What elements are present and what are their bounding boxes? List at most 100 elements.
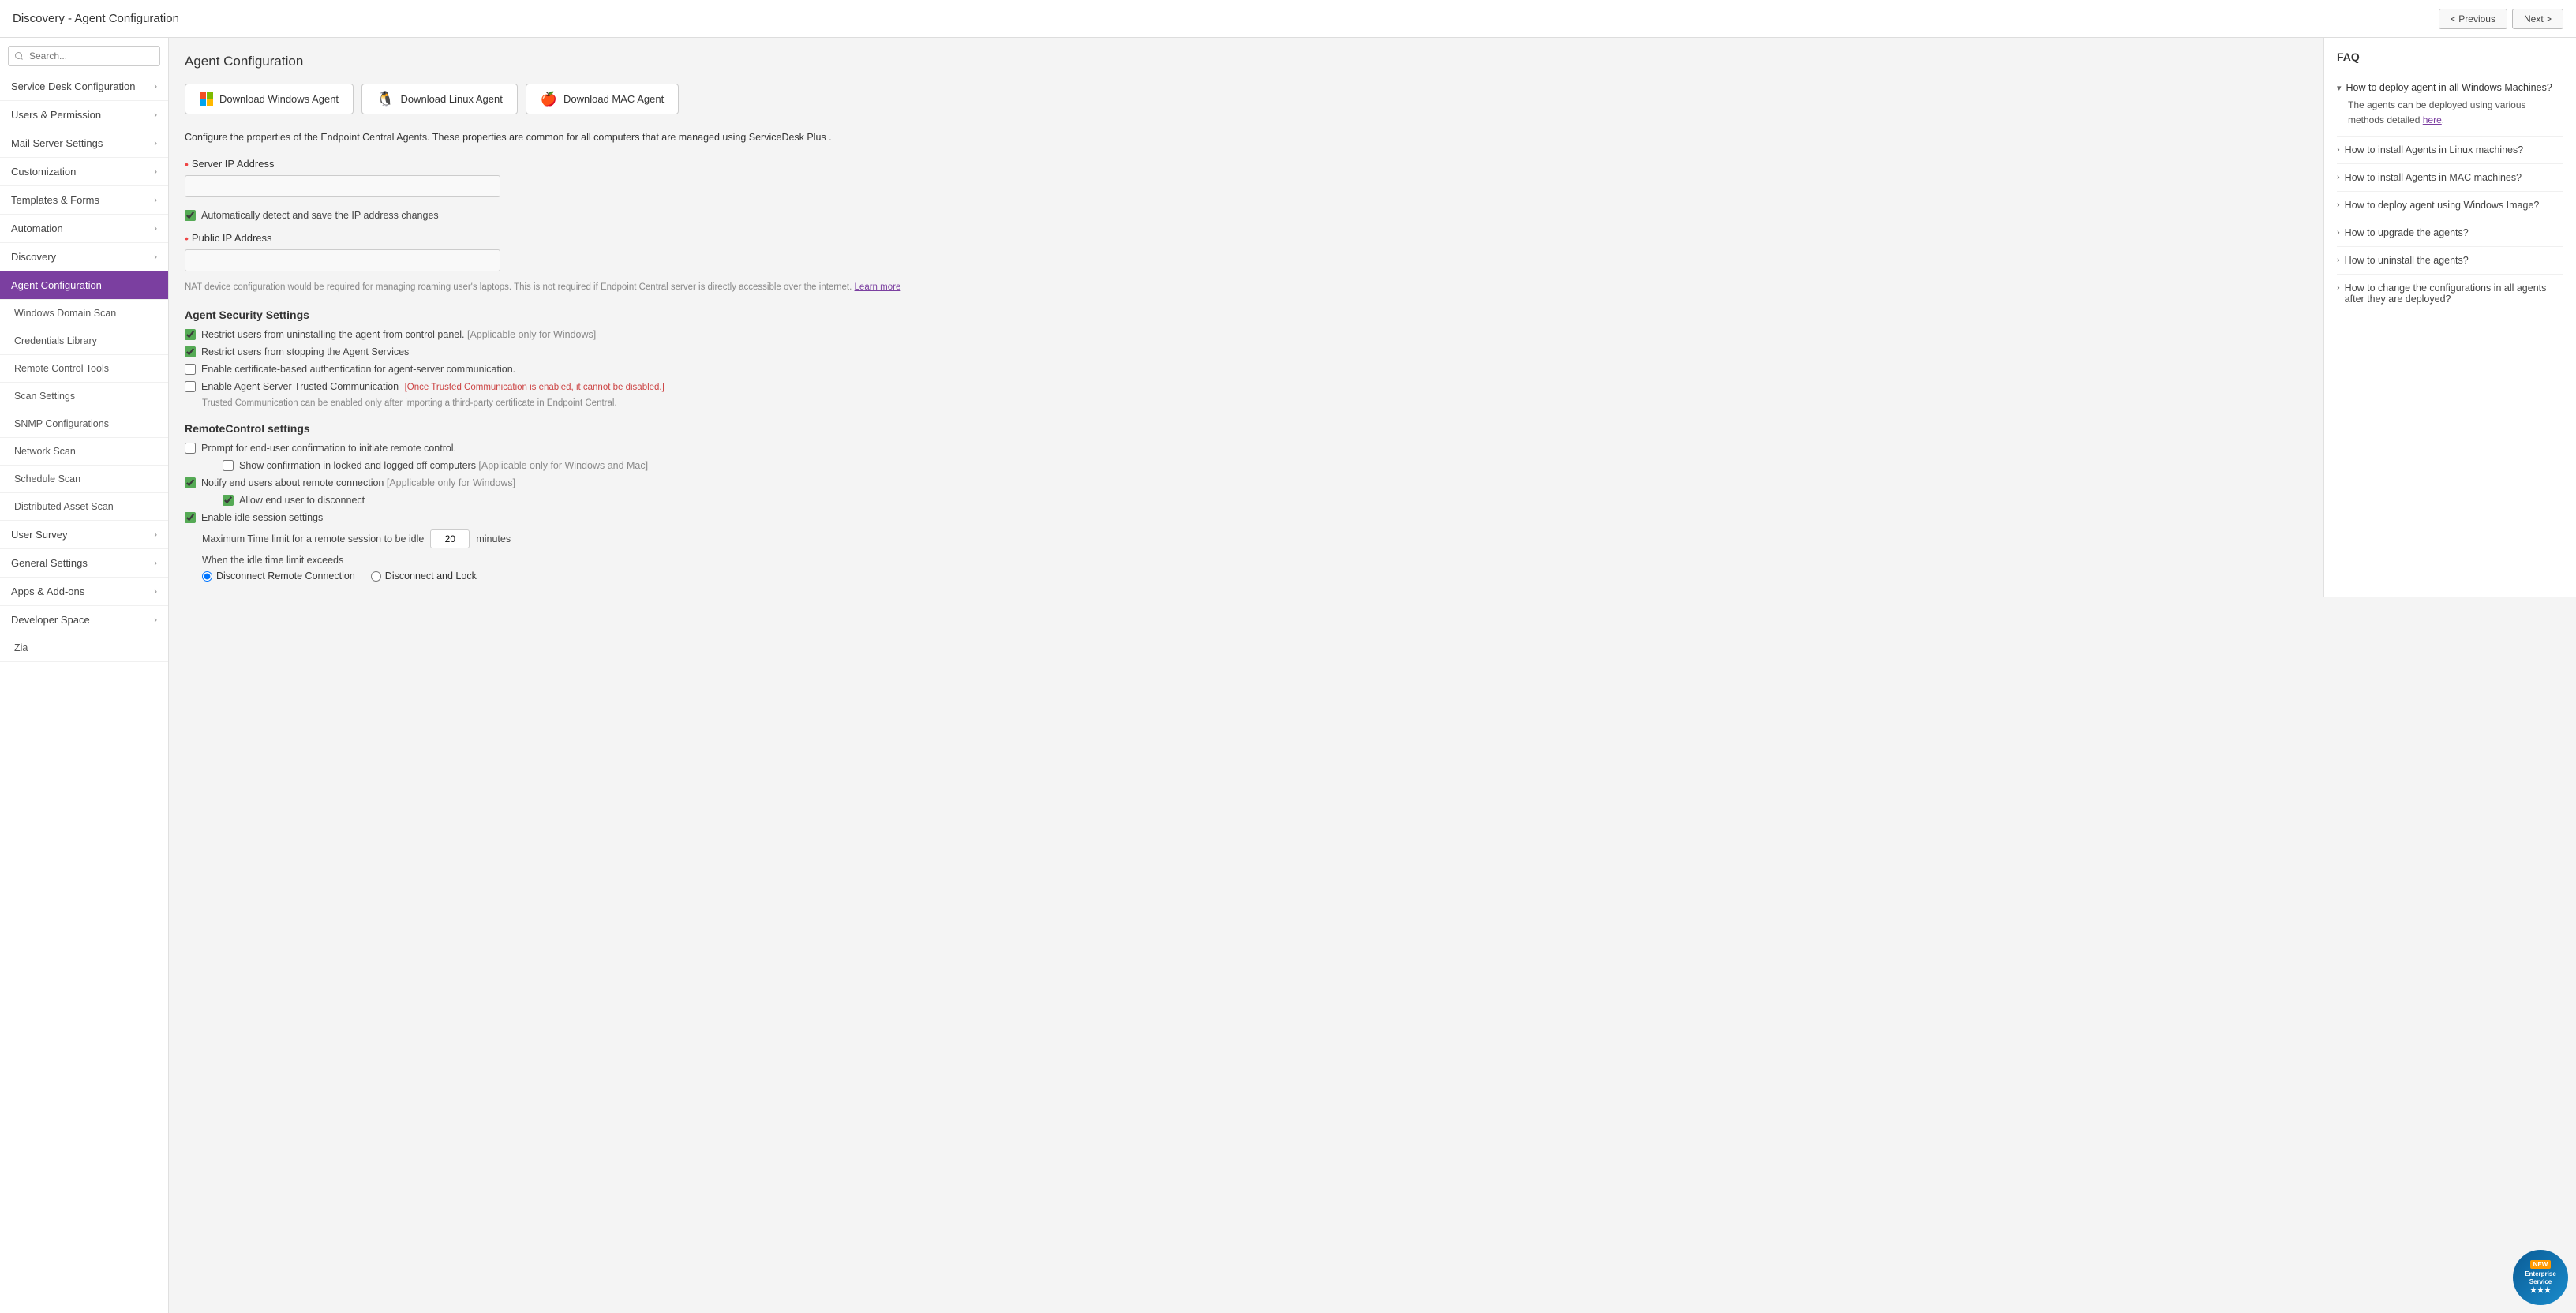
remote-control-title: RemoteControl settings xyxy=(185,422,2308,435)
sidebar-item-zia[interactable]: Zia xyxy=(0,634,168,662)
download-windows-label: Download Windows Agent xyxy=(219,93,339,105)
faq-question-4[interactable]: ›How to upgrade the agents? xyxy=(2337,227,2563,238)
remote-checkbox-2[interactable] xyxy=(185,477,196,488)
server-ip-input[interactable] xyxy=(185,175,500,197)
content-inner: Agent Configuration xyxy=(169,38,2576,597)
public-ip-input[interactable] xyxy=(185,249,500,271)
linux-icon: 🐧 xyxy=(376,91,394,107)
faq-question-6[interactable]: ›How to change the configurations in all… xyxy=(2337,282,2563,305)
sidebar-item-developer-space[interactable]: Developer Space› xyxy=(0,606,168,634)
sidebar-item-label: General Settings xyxy=(11,557,88,569)
download-windows-button[interactable]: Download Windows Agent xyxy=(185,84,354,114)
security-check-1: Restrict users from stopping the Agent S… xyxy=(185,346,2308,357)
faq-panel: FAQ ▾How to deploy agent in all Windows … xyxy=(2323,38,2576,597)
sidebar-item-label: Discovery xyxy=(11,251,56,263)
idle-radio-1[interactable] xyxy=(202,571,212,582)
faq-question-3[interactable]: ›How to deploy agent using Windows Image… xyxy=(2337,200,2563,211)
faq-question-0[interactable]: ▾How to deploy agent in all Windows Mach… xyxy=(2337,82,2563,93)
sidebar-item-windows-domain[interactable]: Windows Domain Scan xyxy=(0,300,168,327)
remote-check-0: Prompt for end-user confirmation to init… xyxy=(185,443,2308,454)
chevron-icon: › xyxy=(154,82,157,92)
chevron-icon: › xyxy=(154,139,157,148)
faq-chevron-5: › xyxy=(2337,256,2340,265)
remote-checkbox-4[interactable] xyxy=(185,512,196,523)
next-button[interactable]: Next > xyxy=(2512,9,2563,29)
sidebar-item-snmp-config[interactable]: SNMP Configurations xyxy=(0,410,168,438)
sidebar-item-remote-control[interactable]: Remote Control Tools xyxy=(0,355,168,383)
faq-question-text-1: How to install Agents in Linux machines? xyxy=(2345,144,2524,155)
sidebar-item-apps-addons[interactable]: Apps & Add-ons› xyxy=(0,578,168,606)
sidebar-search-container xyxy=(0,38,168,73)
faq-question-2[interactable]: ›How to install Agents in MAC machines? xyxy=(2337,172,2563,183)
sidebar-item-mail-server[interactable]: Mail Server Settings › xyxy=(0,129,168,158)
faq-question-5[interactable]: ›How to uninstall the agents? xyxy=(2337,255,2563,266)
remote-checkbox-1[interactable] xyxy=(223,460,234,471)
chevron-icon: › xyxy=(154,615,157,625)
main-layout: Service Desk Configuration›Users & Permi… xyxy=(0,38,2576,1313)
server-ip-label: • Server IP Address xyxy=(185,158,2308,170)
auto-detect-checkbox[interactable] xyxy=(185,210,196,221)
faq-question-1[interactable]: › How to install Agents in Linux machines… xyxy=(2337,144,2563,155)
prev-button[interactable]: < Previous xyxy=(2439,9,2507,29)
security-checkbox-2[interactable] xyxy=(185,364,196,375)
chevron-icon: › xyxy=(154,110,157,120)
faq-question-text-0: How to deploy agent in all Windows Machi… xyxy=(2346,82,2552,93)
auto-detect-label: Automatically detect and save the IP add… xyxy=(201,210,439,221)
search-input[interactable] xyxy=(8,46,160,66)
public-ip-label: • Public IP Address xyxy=(185,232,2308,245)
chevron-icon: › xyxy=(154,252,157,262)
download-buttons-row: Download Windows Agent 🐧 Download Linux … xyxy=(185,84,2308,114)
security-checkbox-3[interactable] xyxy=(185,381,196,392)
sidebar-item-schedule-scan[interactable]: Schedule Scan xyxy=(0,466,168,493)
faq-item-0: ▾How to deploy agent in all Windows Mach… xyxy=(2337,74,2563,137)
idle-unit: minutes xyxy=(476,533,511,544)
faq-chevron-1: › xyxy=(2337,145,2340,155)
sidebar-item-label: Network Scan xyxy=(14,446,76,457)
sidebar-item-users-permission[interactable]: Users & Permission› xyxy=(0,101,168,129)
faq-item-3: ›How to deploy agent using Windows Image… xyxy=(2337,192,2563,219)
faq-item-1: › How to install Agents in Linux machines… xyxy=(2337,137,2563,164)
learn-more-link[interactable]: Learn more xyxy=(855,282,901,292)
remote-checkbox-0[interactable] xyxy=(185,443,196,454)
sidebar-item-distributed-scan[interactable]: Distributed Asset Scan xyxy=(0,493,168,521)
sidebar-item-label: Zia xyxy=(14,642,28,653)
security-checkbox-0[interactable] xyxy=(185,329,196,340)
main-panel: Agent Configuration xyxy=(169,38,2323,597)
sidebar-item-label: Service Desk Configuration xyxy=(11,80,136,92)
sidebar-item-label: Templates & Forms xyxy=(11,194,99,206)
sidebar-item-label: Scan Settings xyxy=(14,391,75,402)
badge-stars: ★★★ xyxy=(2530,1286,2552,1295)
idle-options-row: Disconnect Remote Connection Disconnect … xyxy=(202,570,2308,582)
sidebar-item-label: Mail Server Settings xyxy=(11,137,103,149)
sidebar-item-credentials-library[interactable]: Credentials Library xyxy=(0,327,168,355)
faq-link[interactable]: here xyxy=(2423,114,2442,125)
download-linux-label: Download Linux Agent xyxy=(400,93,502,105)
sidebar-item-label: User Survey xyxy=(11,529,68,541)
remote-check-4: Enable idle session settings xyxy=(185,512,2308,523)
sidebar-item-discovery[interactable]: Discovery › xyxy=(0,243,168,271)
sidebar-item-scan-settings[interactable]: Scan Settings xyxy=(0,383,168,410)
faq-question-text-4: How to upgrade the agents? xyxy=(2345,227,2469,238)
nat-note: NAT device configuration would be requir… xyxy=(185,281,2308,294)
sidebar-item-automation[interactable]: Automation› xyxy=(0,215,168,243)
sidebar-item-service-desk[interactable]: Service Desk Configuration › xyxy=(0,73,168,101)
sidebar-item-general-settings[interactable]: General Settings› xyxy=(0,549,168,578)
download-linux-button[interactable]: 🐧 Download Linux Agent xyxy=(361,84,518,114)
idle-radio-2[interactable] xyxy=(371,571,381,582)
sidebar-item-templates-forms[interactable]: Templates & Forms › xyxy=(0,186,168,215)
windows-icon xyxy=(200,92,213,106)
remote-checkbox-3[interactable] xyxy=(223,495,234,506)
idle-label: Maximum Time limit for a remote session … xyxy=(202,533,424,544)
download-mac-button[interactable]: 🍎 Download MAC Agent xyxy=(526,84,679,114)
sidebar-item-user-survey[interactable]: User Survey› xyxy=(0,521,168,549)
description-text: Configure the properties of the Endpoint… xyxy=(185,130,2308,145)
sidebar-item-agent-config[interactable]: Agent Configuration xyxy=(0,271,168,300)
idle-exceeded-label: When the idle time limit exceeds xyxy=(202,555,2308,566)
sidebar-item-customization[interactable]: Customization› xyxy=(0,158,168,186)
panel-heading: Agent Configuration xyxy=(185,54,2308,69)
chevron-icon: › xyxy=(154,587,157,597)
security-checkbox-1[interactable] xyxy=(185,346,196,357)
idle-value-input[interactable] xyxy=(430,529,470,548)
chevron-icon: › xyxy=(154,196,157,205)
sidebar-item-network-scan[interactable]: Network Scan xyxy=(0,438,168,466)
